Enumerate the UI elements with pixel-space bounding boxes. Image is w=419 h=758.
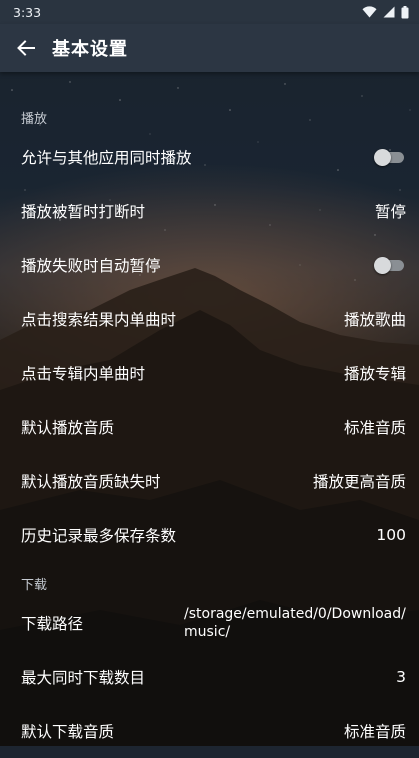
setting-label: 播放被暂时打断时 — [21, 203, 146, 221]
setting-label: 默认下载音质 — [21, 723, 115, 741]
setting-label: 点击专辑内单曲时 — [21, 365, 146, 383]
setting-value: 播放更高音质 — [312, 473, 406, 491]
setting-default-quality[interactable]: 默认播放音质 标准音质 — [0, 400, 419, 454]
back-button[interactable] — [0, 24, 52, 72]
toggle-switch-simultaneous-play[interactable] — [374, 149, 406, 166]
setting-value: 3 — [396, 668, 406, 686]
app-bar: 基本设置 — [0, 24, 419, 72]
setting-label: 点击搜索结果内单曲时 — [21, 311, 177, 329]
settings-list: 播放 允许与其他应用同时播放 播放被暂时打断时 暂停 播放失败时自动暂停 点击搜… — [0, 72, 419, 746]
page-title: 基本设置 — [52, 39, 128, 60]
wifi-icon — [362, 6, 377, 18]
arrow-left-icon — [17, 40, 35, 56]
setting-value: 播放专辑 — [343, 365, 406, 383]
setting-history-limit[interactable]: 历史记录最多保存条数 100 — [0, 508, 419, 562]
setting-value: 标准音质 — [343, 723, 406, 741]
setting-label: 最大同时下载数目 — [21, 669, 146, 687]
setting-value: 100 — [376, 526, 406, 544]
setting-album-track-click[interactable]: 点击专辑内单曲时 播放专辑 — [0, 346, 419, 400]
setting-label: 播放失败时自动暂停 — [21, 257, 161, 275]
setting-label: 默认播放音质缺失时 — [21, 473, 161, 491]
status-time: 3:33 — [13, 4, 42, 20]
status-icons — [362, 5, 409, 19]
setting-max-concurrent-downloads[interactable]: 最大同时下载数目 3 — [0, 650, 419, 704]
status-bar: 3:33 — [0, 0, 419, 24]
section-header-download: 下载 — [21, 578, 48, 593]
setting-value: 暂停 — [374, 203, 406, 221]
setting-value-path: /storage/emulated/0/Download/music/ — [184, 606, 406, 640]
setting-interrupt-behavior[interactable]: 播放被暂时打断时 暂停 — [0, 184, 419, 238]
section-header-playback: 播放 — [21, 112, 48, 127]
setting-label: 下载路径 — [21, 615, 84, 633]
signal-icon — [383, 6, 395, 18]
setting-auto-pause-on-fail[interactable]: 播放失败时自动暂停 — [0, 238, 419, 292]
setting-default-download-quality[interactable]: 默认下载音质 标准音质 — [0, 704, 419, 758]
setting-value: 播放歌曲 — [343, 311, 406, 329]
setting-label: 历史记录最多保存条数 — [21, 527, 177, 545]
setting-label: 默认播放音质 — [21, 419, 115, 437]
setting-quality-fallback[interactable]: 默认播放音质缺失时 播放更高音质 — [0, 454, 419, 508]
setting-allow-simultaneous-play[interactable]: 允许与其他应用同时播放 — [0, 130, 419, 184]
setting-download-path[interactable]: 下载路径 /storage/emulated/0/Download/music/ — [0, 596, 419, 650]
toggle-switch-auto-pause[interactable] — [374, 257, 406, 274]
battery-icon — [401, 5, 409, 18]
setting-search-result-click[interactable]: 点击搜索结果内单曲时 播放歌曲 — [0, 292, 419, 346]
setting-value: 标准音质 — [343, 419, 406, 437]
setting-label: 允许与其他应用同时播放 — [21, 149, 192, 167]
